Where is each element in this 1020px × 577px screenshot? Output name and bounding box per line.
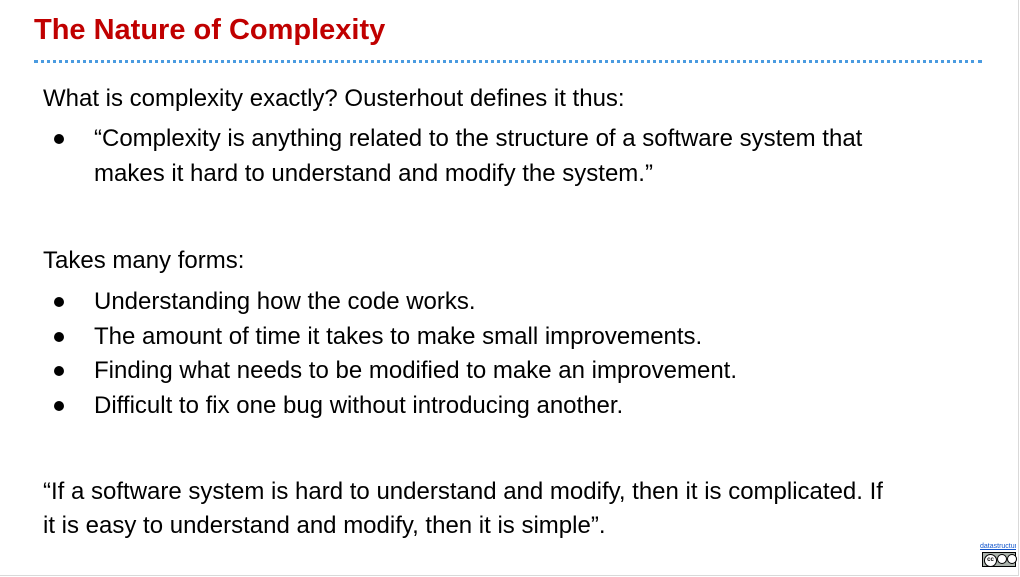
- slide-title: The Nature of Complexity: [34, 14, 386, 46]
- list-item: The amount of time it takes to make smal…: [43, 320, 737, 355]
- forms-list: Understanding how the code works. The am…: [43, 285, 737, 423]
- title-divider: [34, 60, 982, 63]
- closing-quote-line-1: “If a software system is hard to underst…: [43, 478, 883, 505]
- slide: The Nature of Complexity What is complex…: [0, 0, 1019, 576]
- form-item-text: Finding what needs to be modified to mak…: [94, 357, 738, 384]
- list-item: “Complexity is anything related to the s…: [43, 122, 862, 191]
- cc-icon: cc: [984, 554, 997, 567]
- closing-quote: “If a software system is hard to underst…: [43, 475, 883, 543]
- license-block: datastructur.es cc: [980, 542, 1017, 572]
- bullet-icon: [54, 331, 64, 342]
- list-item: Finding what needs to be modified to mak…: [43, 354, 737, 389]
- definition-list: “Complexity is anything related to the s…: [43, 122, 862, 191]
- nc-icon: [1007, 554, 1017, 564]
- bullet-icon: [54, 366, 64, 376]
- form-item-text: The amount of time it takes to make smal…: [94, 322, 703, 350]
- definition-line-1: “Complexity is anything related to the s…: [94, 125, 863, 152]
- closing-quote-line-2: it is easy to understand and modify, the…: [43, 512, 606, 539]
- bullet-icon: [54, 400, 64, 411]
- bullet-icon: [54, 297, 64, 307]
- list-item: Difficult to fix one bug without introdu…: [43, 389, 737, 424]
- bullet-icon: [54, 134, 64, 144]
- definition-line-2: makes it hard to understand and modify t…: [94, 159, 653, 187]
- form-item-text: Difficult to fix one bug without introdu…: [94, 391, 624, 419]
- license-link[interactable]: datastructur.es: [980, 542, 1016, 551]
- form-item-text: Understanding how the code works.: [94, 288, 476, 315]
- list-item: Understanding how the code works.: [43, 285, 737, 320]
- by-icon: [997, 554, 1007, 564]
- forms-heading: Takes many forms:: [43, 247, 245, 274]
- intro-text: What is complexity exactly? Ousterhout d…: [43, 85, 625, 112]
- cc-by-nc-sa-icon[interactable]: cc: [982, 552, 1017, 567]
